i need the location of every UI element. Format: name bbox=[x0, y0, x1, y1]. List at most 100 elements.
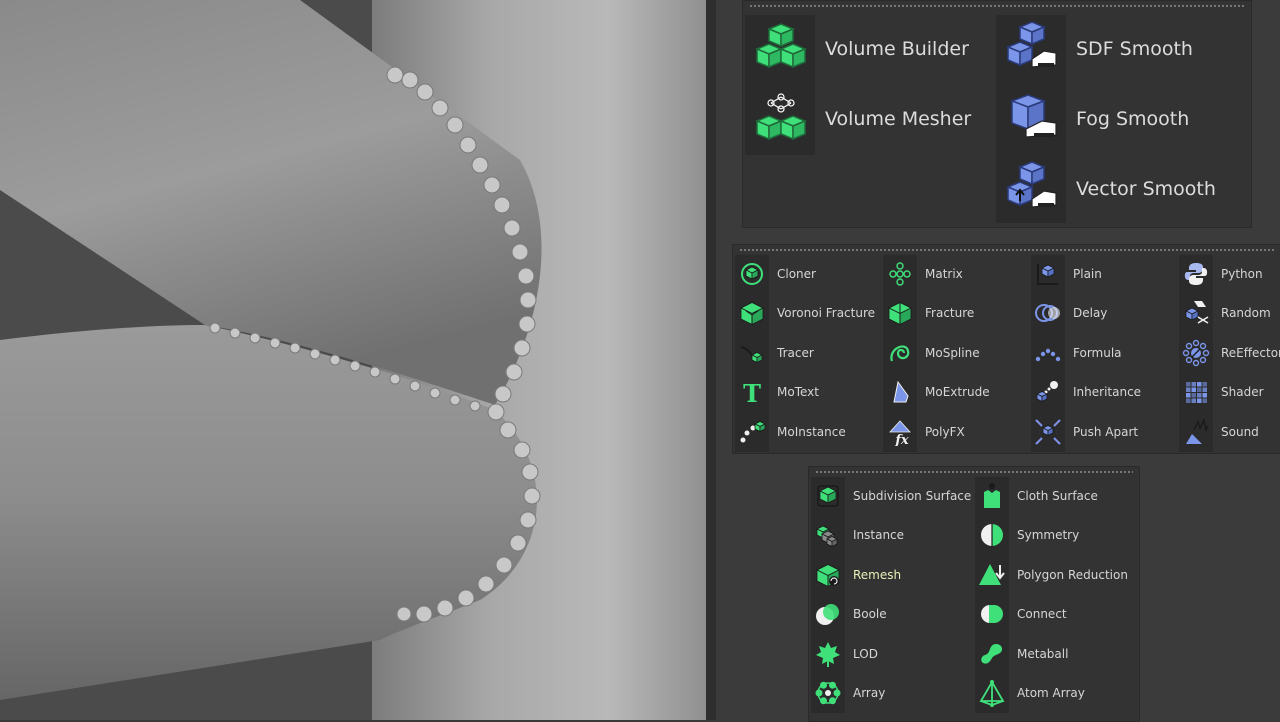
instance-label: Instance bbox=[853, 528, 905, 543]
python-effector-icon bbox=[1179, 255, 1213, 293]
reeffector-label: ReEffector bbox=[1221, 345, 1280, 360]
remesh-item[interactable]: Remesh bbox=[811, 555, 902, 594]
motext-label: MoText bbox=[777, 385, 819, 400]
atom-array-item[interactable]: Atom Array bbox=[975, 674, 1085, 712]
symmetry-item[interactable]: Symmetry bbox=[975, 516, 1080, 555]
python-effector-label: Python bbox=[1221, 267, 1263, 281]
viewport-render bbox=[0, 0, 710, 720]
metaball-icon bbox=[975, 634, 1009, 673]
matrix-item[interactable]: Matrix bbox=[883, 255, 963, 293]
volume-mesher-item[interactable]: Volume Mesher bbox=[747, 85, 971, 153]
metaball-item[interactable]: Metaball bbox=[975, 634, 1069, 673]
voronoi-fracture-item[interactable]: Voronoi Fracture bbox=[735, 294, 875, 333]
array-icon bbox=[811, 674, 845, 712]
volume-builder-item[interactable]: Volume Builder bbox=[747, 15, 969, 83]
palette-grip[interactable] bbox=[815, 470, 1133, 475]
boole-label: Boole bbox=[853, 607, 887, 622]
remesh-icon bbox=[811, 555, 845, 594]
random-effector-label: Random bbox=[1221, 306, 1271, 321]
sound-effector-label: Sound bbox=[1221, 424, 1259, 439]
sound-effector-item[interactable]: Sound bbox=[1179, 412, 1259, 451]
connect-item[interactable]: Connect bbox=[975, 595, 1067, 634]
push-apart-effector-icon bbox=[1031, 412, 1065, 451]
shader-effector-icon bbox=[1179, 373, 1213, 412]
polyfx-item[interactable]: fx PolyFX bbox=[883, 412, 965, 451]
svg-text:fx: fx bbox=[894, 433, 909, 446]
atom-array-label: Atom Array bbox=[1017, 686, 1085, 700]
array-item[interactable]: Array bbox=[811, 674, 885, 712]
connect-icon bbox=[975, 595, 1009, 634]
mospline-label: MoSpline bbox=[925, 345, 980, 360]
inheritance-effector-icon bbox=[1031, 373, 1065, 412]
motext-item[interactable]: T MoText bbox=[735, 373, 819, 412]
moinstance-label: MoInstance bbox=[777, 424, 846, 439]
moextrude-item[interactable]: MoExtrude bbox=[883, 373, 990, 412]
fracture-item[interactable]: Fracture bbox=[883, 294, 974, 333]
polygon-reduction-icon bbox=[975, 555, 1009, 594]
polyfx-icon: fx bbox=[883, 412, 917, 451]
formula-effector-icon bbox=[1031, 333, 1065, 372]
python-effector-item[interactable]: Python bbox=[1179, 255, 1263, 293]
plain-effector-item[interactable]: Plain bbox=[1031, 255, 1102, 293]
boole-item[interactable]: Boole bbox=[811, 595, 887, 634]
3d-viewport[interactable] bbox=[0, 0, 710, 720]
subdivision-surface-label: Subdivision Surface bbox=[853, 489, 972, 503]
symmetry-label: Symmetry bbox=[1017, 528, 1080, 543]
formula-effector-label: Formula bbox=[1073, 345, 1122, 360]
random-effector-item[interactable]: Random bbox=[1179, 294, 1271, 333]
tracer-item[interactable]: Tracer bbox=[735, 333, 814, 372]
array-label: Array bbox=[853, 686, 886, 700]
cloth-surface-label: Cloth Surface bbox=[1017, 489, 1098, 503]
delay-effector-icon bbox=[1031, 294, 1065, 333]
polyfx-label: PolyFX bbox=[925, 424, 965, 439]
volume-mesher-icon bbox=[747, 85, 815, 153]
vector-smooth-label: Vector Smooth bbox=[1076, 178, 1216, 200]
cloner-item[interactable]: Cloner bbox=[735, 255, 816, 293]
sdf-smooth-item[interactable]: SDF Smooth bbox=[998, 15, 1193, 83]
formula-effector-item[interactable]: Formula bbox=[1031, 333, 1122, 372]
remesh-label: Remesh bbox=[853, 567, 902, 582]
moinstance-item[interactable]: MoInstance bbox=[735, 412, 846, 451]
sound-effector-icon bbox=[1179, 412, 1213, 451]
mospline-item[interactable]: MoSpline bbox=[883, 333, 980, 372]
reeffector-item[interactable]: ReEffector bbox=[1179, 333, 1280, 372]
delay-effector-item[interactable]: Delay bbox=[1031, 294, 1108, 333]
lod-item[interactable]: LOD bbox=[811, 634, 878, 673]
panel-divider[interactable] bbox=[706, 0, 716, 720]
fog-smooth-item[interactable]: Fog Smooth bbox=[998, 85, 1189, 153]
voronoi-fracture-icon bbox=[735, 294, 769, 333]
polygon-reduction-item[interactable]: Polygon Reduction bbox=[975, 555, 1128, 594]
shader-effector-label: Shader bbox=[1221, 385, 1264, 400]
sdf-smooth-icon bbox=[998, 15, 1066, 83]
connect-label: Connect bbox=[1017, 607, 1067, 622]
generators-palette: Subdivision Surface Instance Remesh Boole LO… bbox=[808, 466, 1140, 722]
cloth-surface-icon bbox=[975, 477, 1009, 515]
palette-area: Volume Builder Volume Mesher SDF Smooth … bbox=[716, 0, 1280, 722]
cloner-label: Cloner bbox=[777, 267, 816, 281]
cloth-surface-item[interactable]: Cloth Surface bbox=[975, 477, 1098, 515]
subdivision-surface-item[interactable]: Subdivision Surface bbox=[811, 477, 971, 515]
cloner-icon bbox=[735, 255, 769, 293]
instance-item[interactable]: Instance bbox=[811, 516, 905, 555]
delay-effector-label: Delay bbox=[1073, 306, 1108, 321]
sdf-smooth-label: SDF Smooth bbox=[1076, 38, 1193, 60]
push-apart-effector-item[interactable]: Push Apart bbox=[1031, 412, 1138, 451]
vector-smooth-item[interactable]: Vector Smooth bbox=[998, 155, 1216, 223]
tracer-icon bbox=[735, 333, 769, 372]
moextrude-label: MoExtrude bbox=[925, 385, 990, 400]
palette-grip[interactable] bbox=[749, 4, 1245, 9]
svg-text:T: T bbox=[743, 379, 761, 406]
fracture-icon bbox=[883, 294, 917, 333]
inheritance-effector-item[interactable]: Inheritance bbox=[1031, 373, 1142, 412]
mospline-icon bbox=[883, 333, 917, 372]
volume-palette: Volume Builder Volume Mesher SDF Smooth … bbox=[742, 0, 1252, 228]
palette-grip[interactable] bbox=[739, 248, 1275, 253]
plain-effector-label: Plain bbox=[1073, 267, 1102, 281]
shader-effector-item[interactable]: Shader bbox=[1179, 373, 1264, 412]
inheritance-effector-label: Inheritance bbox=[1073, 385, 1142, 400]
matrix-label: Matrix bbox=[925, 267, 963, 281]
matrix-icon bbox=[883, 255, 917, 293]
tracer-label: Tracer bbox=[777, 345, 814, 360]
volume-mesher-label: Volume Mesher bbox=[825, 108, 972, 130]
metaball-label: Metaball bbox=[1017, 646, 1069, 661]
